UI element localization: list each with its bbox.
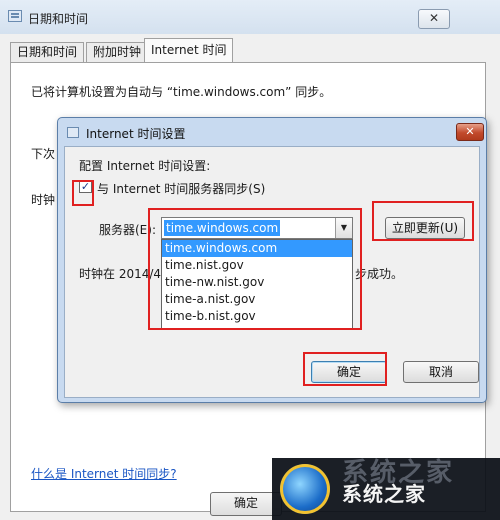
sync-checkbox-label[interactable]: 与 Internet 时间服务器同步(S) [97,180,265,197]
outer-titlebar: 日期和时间 ✕ [0,0,500,35]
dialog-close-button[interactable]: ✕ [456,123,484,141]
outer-window-title: 日期和时间 [28,12,89,26]
calendar-clock-icon [67,127,79,138]
clock-text: 时钟 [31,193,56,207]
outer-close-button[interactable]: ✕ [418,9,450,29]
tab-date-time[interactable]: 日期和时间 [10,42,85,62]
sync-status-text: 已将计算机设置为自动与 “time.windows.com” 同步。 [31,85,332,99]
highlight-update-button [372,201,474,241]
watermark-text: 系统之家 [342,482,426,506]
site-watermark: 系统之家 系统之家 [272,458,500,520]
config-label: 配置 Internet 时间设置: [79,159,211,173]
tab-additional-clocks[interactable]: 附加时钟 [86,42,149,62]
highlight-server-list [148,208,362,330]
next-sync-text: 下次 [31,147,56,161]
calendar-clock-icon [8,10,22,22]
status-text-suffix: 步成功。 [355,267,404,281]
highlight-checkbox [72,180,94,206]
tab-internet-time[interactable]: Internet 时间 [144,38,234,63]
dialog-titlebar: Internet 时间设置 ✕ [58,118,486,146]
help-link[interactable]: 什么是 Internet 时间同步? [31,465,177,482]
dialog-cancel-button[interactable]: 取消 [403,361,479,383]
dialog-title: Internet 时间设置 [86,127,186,141]
highlight-ok-button [303,352,387,386]
watermark-logo [280,464,330,514]
